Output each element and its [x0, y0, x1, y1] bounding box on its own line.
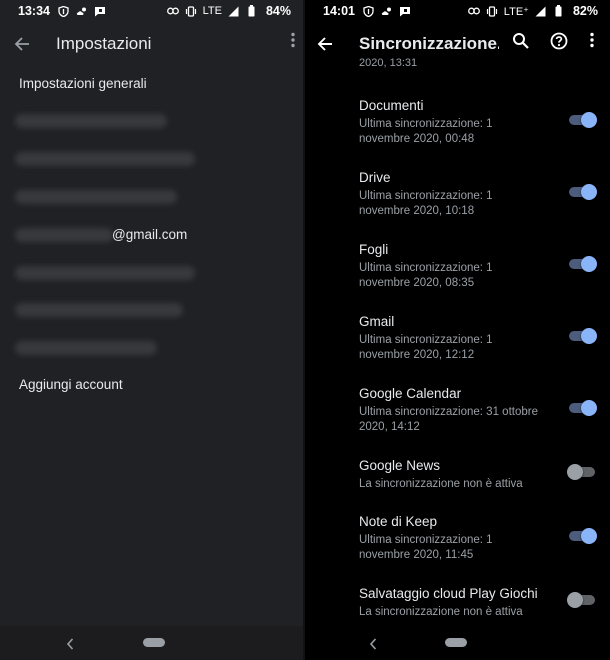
- previous-item-cut-text: 2020, 13:31: [359, 57, 418, 69]
- sync-row-note-di-keep[interactable]: Note di Keep Ultima sincronizzazione: 1 …: [359, 514, 599, 563]
- general-settings-item[interactable]: Impostazioni generali: [19, 76, 147, 91]
- sync-row-subtitle-2: novembre 2020, 00:48: [359, 133, 475, 145]
- sync-toggle-documenti[interactable]: [567, 110, 597, 130]
- account-email-suffix[interactable]: @gmail.com: [112, 227, 187, 242]
- sync-row-subtitle: Ultima sincronizzazione: 1: [359, 190, 493, 202]
- nav-home-pill[interactable]: [445, 638, 467, 647]
- sync-row-subtitle: Ultima sincronizzazione: 1: [359, 262, 493, 274]
- page-title: Impostazioni: [56, 34, 152, 53]
- more-vert-icon[interactable]: [291, 32, 295, 53]
- battery-icon: [553, 5, 565, 17]
- more-vert-icon[interactable]: [590, 32, 594, 53]
- search-icon[interactable]: [512, 32, 530, 55]
- sync-row-subtitle-2: 2020, 14:12: [359, 421, 420, 433]
- message-icon: [94, 6, 106, 17]
- sync-toggle-google-calendar[interactable]: [567, 398, 597, 418]
- top-app-bar: Impostazioni: [0, 22, 303, 66]
- nav-back-icon[interactable]: [66, 637, 76, 650]
- sync-row-subtitle: Ultima sincronizzazione: 1: [359, 334, 493, 346]
- sync-row-subtitle: Ultima sincronizzazione: 1: [359, 534, 493, 546]
- status-bar: 14:01 LTE⁺ 82%: [305, 0, 610, 22]
- sync-row-drive[interactable]: Drive Ultima sincronizzazione: 1 novembr…: [359, 170, 599, 219]
- sync-row-title: Salvataggio cloud Play Giochi: [359, 586, 538, 601]
- sync-row-subtitle-2: novembre 2020, 12:12: [359, 349, 475, 361]
- page-title: Sincronizzazione...: [359, 34, 499, 53]
- link-icon: [166, 6, 179, 17]
- sync-row-title: Drive: [359, 170, 391, 185]
- sync-row-play-giochi[interactable]: Salvataggio cloud Play Giochi La sincron…: [359, 586, 599, 620]
- navigation-bar: [0, 626, 303, 660]
- sync-row-title: Google News: [359, 458, 441, 473]
- network-label: LTE: [202, 5, 222, 17]
- shield-icon: [363, 5, 375, 17]
- sync-toggle-fogli[interactable]: [567, 254, 597, 274]
- status-time: 13:34: [18, 4, 50, 18]
- sync-row-title: Google Calendar: [359, 386, 462, 401]
- blurred-account-3[interactable]: [15, 190, 177, 204]
- back-arrow-icon[interactable]: [314, 33, 336, 55]
- link-icon: [467, 6, 480, 17]
- vibrate-icon: [185, 5, 197, 17]
- shield-icon: [58, 5, 70, 17]
- sync-row-subtitle: Ultima sincronizzazione: 31 ottobre: [359, 406, 538, 418]
- help-icon[interactable]: [550, 32, 568, 55]
- top-app-bar: Sincronizzazione...: [305, 22, 610, 66]
- sync-toggle-drive[interactable]: [567, 182, 597, 202]
- sync-row-subtitle: Ultima sincronizzazione: 1: [359, 118, 493, 130]
- nav-back-icon[interactable]: [369, 637, 379, 650]
- sync-row-title: Gmail: [359, 314, 395, 329]
- signal-icon: [228, 6, 240, 17]
- message-icon: [399, 6, 411, 17]
- sync-row-google-calendar[interactable]: Google Calendar Ultima sincronizzazione:…: [359, 386, 599, 435]
- left-screen: 13:34 LTE 84% Impostazioni Impostazioni …: [0, 0, 303, 660]
- sync-row-subtitle: La sincronizzazione non è attiva: [359, 606, 523, 618]
- status-bar: 13:34 LTE 84%: [0, 0, 303, 22]
- weather-icon: [76, 6, 88, 17]
- sync-row-title: Documenti: [359, 98, 424, 113]
- blurred-account-5[interactable]: [15, 266, 195, 280]
- blurred-account-2[interactable]: [15, 152, 195, 166]
- sync-toggle-note-di-keep[interactable]: [567, 526, 597, 546]
- sync-toggle-google-news[interactable]: [567, 462, 597, 482]
- signal-icon: [535, 6, 547, 17]
- sync-row-fogli[interactable]: Fogli Ultima sincronizzazione: 1 novembr…: [359, 242, 599, 291]
- blurred-account-7[interactable]: [15, 341, 157, 355]
- battery-icon: [246, 5, 258, 17]
- sync-toggle-gmail[interactable]: [567, 326, 597, 346]
- right-screen: 14:01 LTE⁺ 82% Sincronizzazione... 2020,…: [305, 0, 610, 660]
- sync-row-subtitle-2: novembre 2020, 10:18: [359, 205, 475, 217]
- vibrate-icon: [486, 5, 498, 17]
- add-account-item[interactable]: Aggiungi account: [19, 377, 123, 392]
- sync-row-title: Fogli: [359, 242, 389, 257]
- sync-row-title: Note di Keep: [359, 514, 438, 529]
- sync-row-gmail[interactable]: Gmail Ultima sincronizzazione: 1 novembr…: [359, 314, 599, 363]
- sync-toggle-play-giochi[interactable]: [567, 590, 597, 610]
- sync-row-subtitle-2: novembre 2020, 11:45: [359, 549, 474, 561]
- battery-percent: 84%: [265, 4, 291, 18]
- status-time: 14:01: [323, 4, 355, 18]
- network-label: LTE⁺: [503, 5, 529, 18]
- blurred-account-1[interactable]: [15, 114, 167, 128]
- battery-percent: 82%: [572, 4, 598, 18]
- blurred-account-6[interactable]: [15, 303, 183, 317]
- sync-row-subtitle: La sincronizzazione non è attiva: [359, 478, 523, 490]
- weather-icon: [381, 6, 393, 17]
- back-arrow-icon[interactable]: [11, 33, 33, 55]
- nav-home-pill[interactable]: [143, 638, 165, 647]
- sync-row-subtitle-2: novembre 2020, 08:35: [359, 277, 475, 289]
- blurred-account-4[interactable]: [15, 228, 113, 242]
- sync-row-documenti[interactable]: Documenti Ultima sincronizzazione: 1 nov…: [359, 98, 599, 147]
- navigation-bar: [305, 626, 610, 660]
- sync-row-google-news[interactable]: Google News La sincronizzazione non è at…: [359, 458, 599, 492]
